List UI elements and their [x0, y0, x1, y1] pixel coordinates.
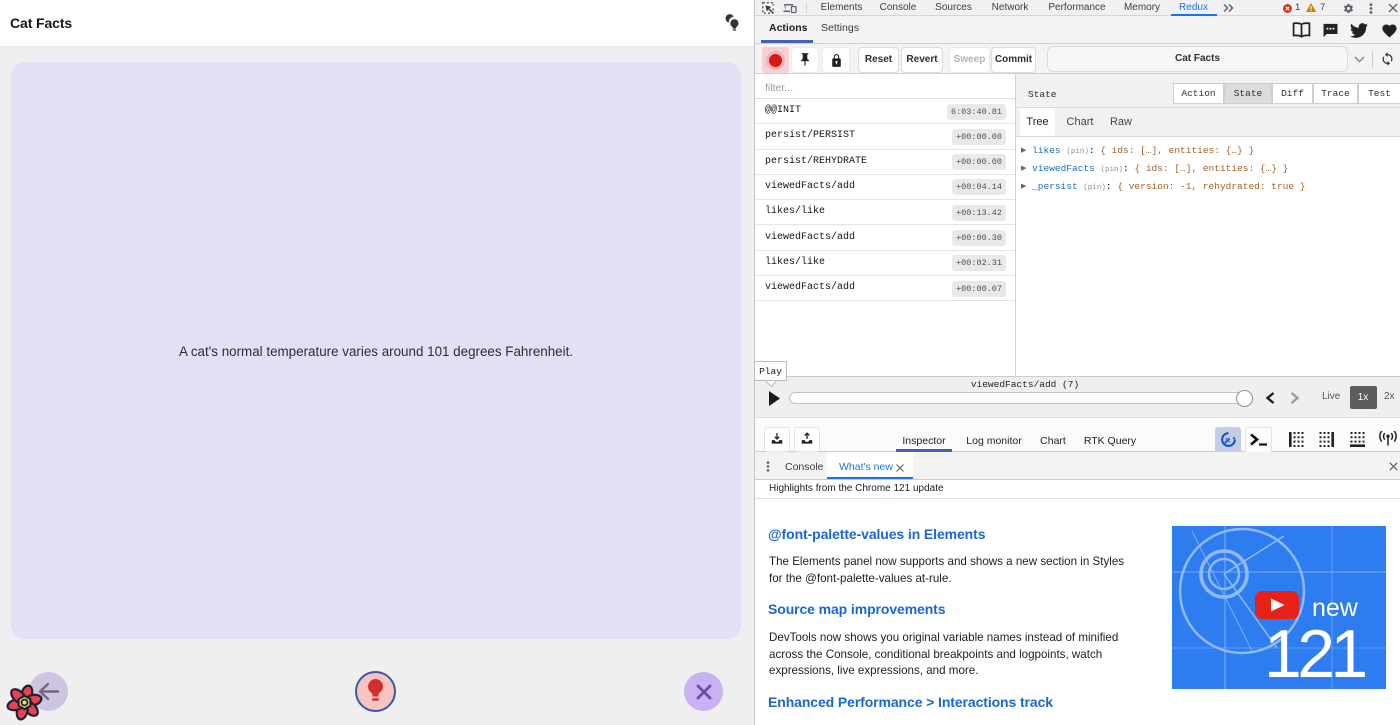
svg-text:121: 121 [1264, 616, 1365, 689]
